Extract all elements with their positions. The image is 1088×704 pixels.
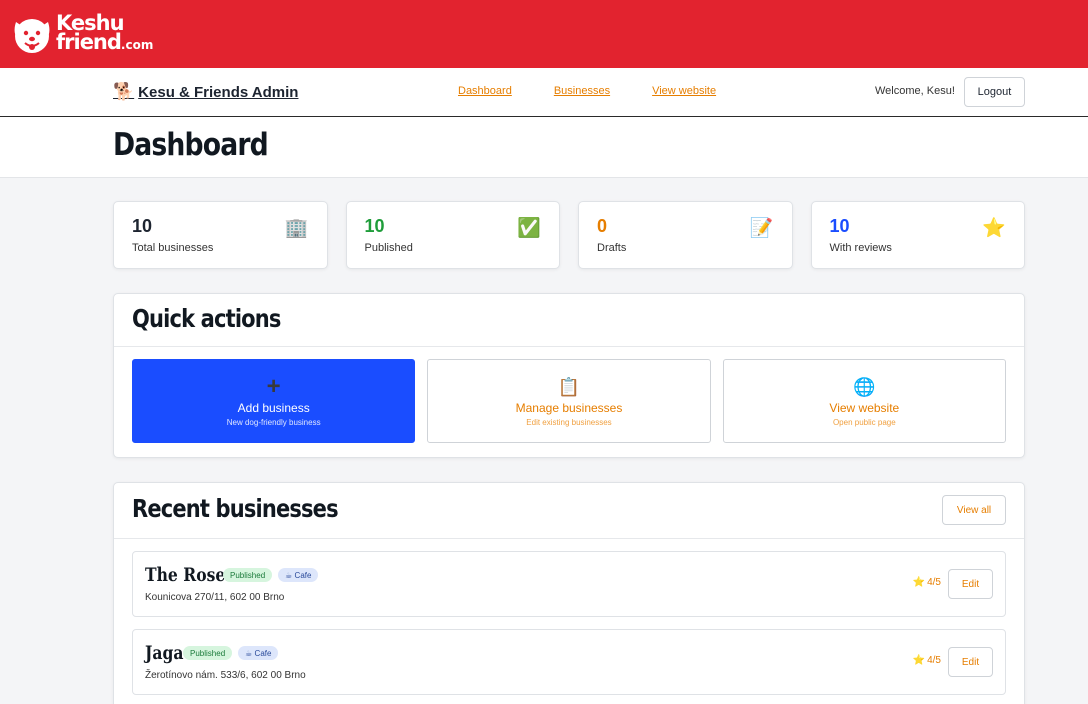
- stat-drafts-label: Drafts: [597, 242, 627, 254]
- nav-link-businesses[interactable]: Businesses: [554, 85, 610, 97]
- site-logo[interactable]: Keshu friend.com: [10, 12, 153, 56]
- add-business-sub: New dog-friendly business: [226, 418, 321, 427]
- stat-card-drafts: 0 Drafts 📝: [578, 201, 793, 269]
- business-rating: ⭐ 4/5: [913, 577, 941, 588]
- plus-icon: +: [266, 373, 281, 400]
- business-name[interactable]: The Roses: [145, 564, 234, 586]
- status-badge: Published: [223, 568, 273, 582]
- stat-total-value: 10: [132, 216, 153, 236]
- manage-businesses-button[interactable]: 📋 Manage businesses Edit existing busine…: [427, 359, 711, 443]
- star-icon: ⭐: [912, 577, 926, 588]
- divider: [114, 538, 1024, 539]
- business-badges: Published ☕ Cafe: [183, 646, 279, 660]
- rating-value: 4/5: [927, 577, 941, 588]
- page-header: Dashboard: [0, 117, 1088, 178]
- nav-links: Dashboard Businesses View website: [458, 85, 716, 97]
- site-header: Keshu friend.com: [0, 0, 1088, 68]
- stat-published-value: 10: [364, 216, 385, 236]
- view-website-label: View website: [829, 401, 900, 415]
- rating-value: 4/5: [927, 655, 941, 666]
- building-icon: 🏢: [284, 218, 309, 239]
- dog-logo-icon: [14, 19, 50, 53]
- stat-card-total: 10 Total businesses 🏢: [113, 201, 328, 269]
- business-badges: Published ☕ Cafe: [223, 568, 319, 582]
- star-icon: ⭐: [982, 218, 1006, 239]
- edit-button[interactable]: Edit: [948, 569, 993, 599]
- quick-actions-row: + Add business New dog-friendly business…: [132, 359, 1006, 443]
- edit-button[interactable]: Edit: [948, 647, 993, 677]
- business-rating: ⭐ 4/5: [913, 655, 941, 666]
- view-website-sub: Open public page: [832, 418, 896, 427]
- view-website-button[interactable]: 🌐 View website Open public page: [722, 359, 1006, 443]
- business-address: Kounicova 270/11, 602 00 Brno: [145, 592, 285, 603]
- stat-card-reviews: 10 With reviews ⭐: [810, 201, 1025, 269]
- welcome-text: Welcome, Kesu!: [875, 85, 955, 97]
- recent-businesses-card: Recent businesses View all The Roses Pub…: [113, 482, 1025, 704]
- stat-published-label: Published: [364, 242, 413, 254]
- logo-text-line2: friend: [56, 29, 122, 54]
- category-badge: ☕ Cafe: [278, 568, 319, 582]
- quick-actions-card: Quick actions + Add business New dog-fri…: [113, 293, 1025, 458]
- recent-businesses-title: Recent businesses: [132, 494, 339, 523]
- stat-reviews-label: With reviews: [829, 242, 892, 254]
- business-address: Žerotínovo nám. 533/6, 602 00 Brno: [145, 670, 306, 681]
- admin-brand-link[interactable]: 🐕 Kesu & Friends Admin: [113, 82, 298, 102]
- category-badge: ☕ Cafe: [238, 646, 279, 660]
- manage-businesses-sub: Edit existing businesses: [526, 418, 612, 427]
- view-all-button[interactable]: View all: [942, 495, 1006, 525]
- dog-icon: 🐕: [113, 82, 135, 101]
- page-title: Dashboard: [113, 127, 269, 163]
- business-row: The Roses Published ☕ Cafe Kounicova 270…: [132, 551, 1006, 617]
- quick-actions-title: Quick actions: [132, 304, 281, 333]
- business-row: Jaga Published ☕ Cafe Žerotínovo nám. 53…: [132, 629, 1006, 695]
- logo-text-suffix: .com: [120, 37, 154, 52]
- stat-reviews-value: 10: [829, 216, 850, 236]
- status-badge: Published: [183, 646, 233, 660]
- business-name[interactable]: Jaga: [145, 642, 183, 664]
- manage-businesses-label: Manage businesses: [515, 401, 623, 415]
- memo-icon: 📝: [749, 218, 774, 239]
- clipboard-icon: 📋: [557, 377, 581, 397]
- stat-total-label: Total businesses: [132, 242, 214, 254]
- nav-link-dashboard[interactable]: Dashboard: [458, 85, 512, 97]
- logout-button[interactable]: Logout: [964, 77, 1025, 107]
- stats-row: 10 Total businesses 🏢 10 Published ✅ 0 D…: [113, 201, 1025, 269]
- divider: [114, 346, 1024, 347]
- admin-brand-label: Kesu & Friends Admin: [138, 83, 299, 101]
- globe-icon: 🌐: [853, 377, 876, 397]
- add-business-label: Add business: [237, 401, 310, 415]
- stat-drafts-value: 0: [597, 216, 608, 236]
- add-business-button[interactable]: + Add business New dog-friendly business: [132, 359, 416, 443]
- check-icon: ✅: [517, 218, 541, 239]
- admin-navbar: 🐕 Kesu & Friends Admin Dashboard Busines…: [0, 68, 1088, 117]
- star-icon: ⭐: [912, 655, 926, 666]
- nav-link-view-website[interactable]: View website: [652, 85, 716, 97]
- stat-card-published: 10 Published ✅: [345, 201, 560, 269]
